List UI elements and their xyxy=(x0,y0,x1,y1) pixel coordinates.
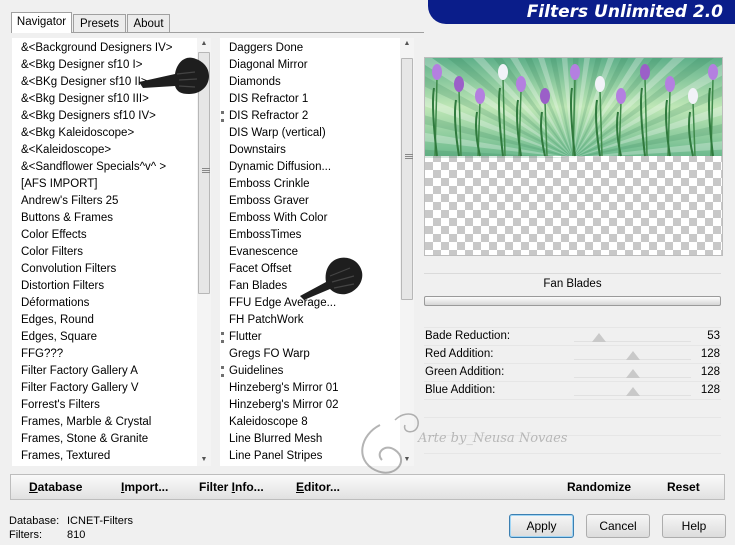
category-list-item[interactable]: Frames, Textured xyxy=(21,448,197,465)
category-list-item[interactable]: Andrew's Filters 25 xyxy=(21,193,197,210)
apply-button[interactable]: Apply xyxy=(509,514,574,538)
randomize-button[interactable]: Randomize xyxy=(567,475,631,499)
category-list[interactable]: &<Background Designers IV> &<Bkg Designer… xyxy=(12,38,197,466)
filter-list-item[interactable]: Emboss Graver xyxy=(229,193,400,210)
param-value: 128 xyxy=(700,366,720,378)
filter-preview xyxy=(424,57,723,256)
filter-list-item[interactable]: Flutter xyxy=(221,329,400,346)
import-button[interactable]: Import... xyxy=(121,475,168,499)
help-button[interactable]: Help xyxy=(662,514,726,538)
scroll-down-arrow-icon[interactable]: ▼ xyxy=(197,454,211,466)
filter-list-item[interactable]: Daggers Done xyxy=(229,40,400,57)
filter-list-item[interactable]: Gregs FO Warp xyxy=(229,346,400,363)
category-list-item[interactable]: Edges, Square xyxy=(21,329,197,346)
filter-name-bar xyxy=(424,296,721,306)
param-red-addition[interactable]: Red Addition: 128 xyxy=(424,345,721,363)
selected-filter-name: Fan Blades xyxy=(424,273,721,295)
category-list-item[interactable]: FFG??? xyxy=(21,346,197,363)
group-marker-icon xyxy=(221,332,228,343)
filter-list-item[interactable]: DIS Refractor 1 xyxy=(229,91,400,108)
filter-list-item[interactable]: Emboss Crinkle xyxy=(229,176,400,193)
filter-list-item[interactable]: Guidelines xyxy=(221,363,400,380)
tab-about[interactable]: About xyxy=(127,14,170,32)
watermark-text: Arte by_Neusa Novaes xyxy=(418,431,568,446)
filter-list-item[interactable]: DIS Warp (vertical) xyxy=(229,125,400,142)
reset-button[interactable]: Reset xyxy=(667,475,700,499)
filter-list-item[interactable]: Diagonal Mirror xyxy=(229,57,400,74)
param-bade-reduction[interactable]: Bade Reduction: 53 xyxy=(424,327,721,345)
database-label: Database: xyxy=(9,515,60,527)
param-label: Blue Addition: xyxy=(425,384,496,396)
filter-scrollbar[interactable]: ▲ ▼ xyxy=(400,38,414,466)
filter-list-item[interactable]: DIS Refractor 2 xyxy=(221,108,400,125)
pointing-hand-icon xyxy=(139,57,209,94)
category-list-item[interactable]: Color Filters xyxy=(21,244,197,261)
editor-button[interactable]: Editor... xyxy=(296,475,340,499)
param-label: Bade Reduction: xyxy=(425,330,511,342)
param-green-addition[interactable]: Green Addition: 128 xyxy=(424,363,721,381)
scroll-up-arrow-icon[interactable]: ▲ xyxy=(400,38,414,50)
category-list-item[interactable]: Convolution Filters xyxy=(21,261,197,278)
category-list-item[interactable]: Frames, Stone & Granite xyxy=(21,431,197,448)
tab-strip-line xyxy=(11,32,424,33)
cancel-button[interactable]: Cancel xyxy=(586,514,650,538)
param-label: Green Addition: xyxy=(425,366,505,378)
param-slider[interactable] xyxy=(625,369,640,378)
category-scrollbar[interactable]: ▲ ▼ xyxy=(197,38,211,466)
filter-list-item[interactable]: Hinzeberg's Mirror 01 xyxy=(229,380,400,397)
category-list-item[interactable]: &<Kaleidoscope> xyxy=(21,142,197,159)
filters-count-label: Filters: xyxy=(9,529,42,541)
param-slider[interactable] xyxy=(591,333,606,342)
filter-list-item[interactable]: EmbossTimes xyxy=(229,227,400,244)
filter-list-item[interactable]: Downstairs xyxy=(229,142,400,159)
category-list-item[interactable]: Distortion Filters xyxy=(21,278,197,295)
filter-list-item[interactable]: Emboss With Color xyxy=(229,210,400,227)
param-value: 53 xyxy=(707,330,720,342)
param-slider[interactable] xyxy=(625,351,640,360)
param-blue-addition[interactable]: Blue Addition: 128 xyxy=(424,381,721,399)
filter-list-item[interactable]: FH PatchWork xyxy=(229,312,400,329)
param-slider[interactable] xyxy=(625,387,640,396)
category-list-item[interactable]: Déformations xyxy=(21,295,197,312)
param-label: Red Addition: xyxy=(425,348,494,360)
database-button[interactable]: Database xyxy=(29,475,82,499)
preview-image xyxy=(425,58,722,158)
app-title: Filters Unlimited 2.0 xyxy=(526,2,723,22)
filters-count-value: 810 xyxy=(67,529,86,541)
database-value: ICNET-Filters xyxy=(67,515,133,527)
category-list-item[interactable]: &<Sandflower Specials^v^ > xyxy=(21,159,197,176)
filter-list-item[interactable]: Diamonds xyxy=(229,74,400,91)
group-marker-icon xyxy=(221,366,228,377)
app-title-banner: Filters Unlimited 2.0 xyxy=(428,0,735,24)
tab-presets[interactable]: Presets xyxy=(73,14,126,32)
param-value: 128 xyxy=(700,384,720,396)
action-toolbar: Database Import... Filter Info... Editor… xyxy=(10,474,725,500)
filter-scroll-thumb[interactable] xyxy=(401,58,413,300)
param-value: 128 xyxy=(700,348,720,360)
category-list-item[interactable]: Color Effects xyxy=(21,227,197,244)
category-list-item[interactable]: Filter Factory Gallery A xyxy=(21,363,197,380)
category-list-item[interactable]: Buttons & Frames xyxy=(21,210,197,227)
category-list-item[interactable]: [AFS IMPORT] xyxy=(21,176,197,193)
filter-list-item[interactable]: Dynamic Diffusion... xyxy=(229,159,400,176)
scroll-up-arrow-icon[interactable]: ▲ xyxy=(197,38,211,50)
filter-info-button[interactable]: Filter Info... xyxy=(199,475,264,499)
category-list-item[interactable]: Filter Factory Gallery V xyxy=(21,380,197,397)
category-list-item[interactable]: &<Bkg Designers sf10 IV> xyxy=(21,108,197,125)
category-list-item[interactable]: Forrest's Filters xyxy=(21,397,197,414)
pointing-hand-icon xyxy=(300,257,363,300)
category-list-item[interactable]: &<Bkg Kaleidoscope> xyxy=(21,125,197,142)
category-list-item[interactable]: Edges, Round xyxy=(21,312,197,329)
tab-navigator[interactable]: Navigator xyxy=(11,12,72,33)
group-marker-icon xyxy=(221,111,228,122)
category-list-item[interactable]: Frames, Marble & Crystal xyxy=(21,414,197,431)
